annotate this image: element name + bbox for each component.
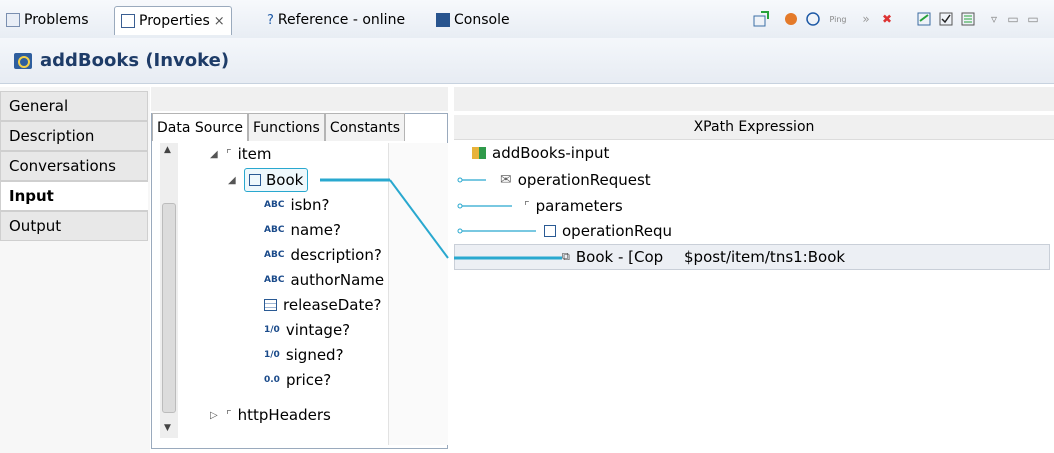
connector-dot xyxy=(457,228,463,234)
connector-dot xyxy=(457,203,463,209)
mapping-line-cross xyxy=(389,179,449,259)
mapping-connectors xyxy=(320,177,562,260)
connector-dot xyxy=(457,177,463,183)
